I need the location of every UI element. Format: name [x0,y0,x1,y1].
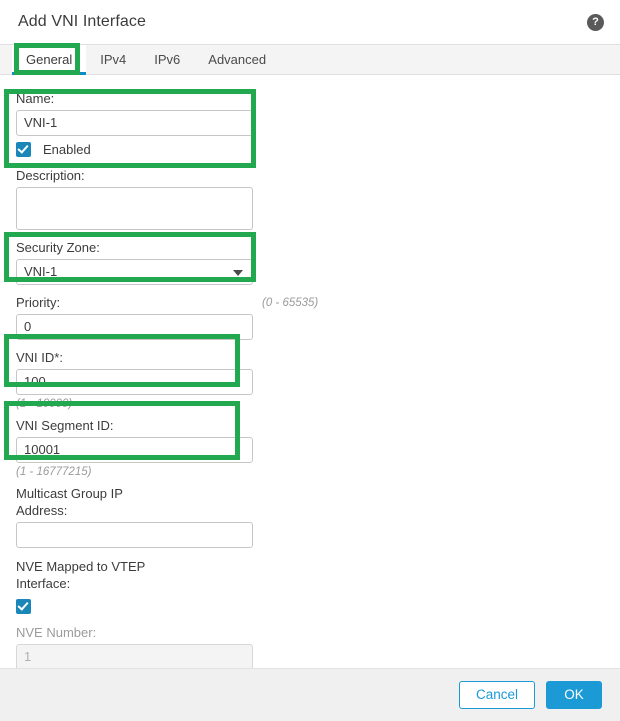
enabled-label: Enabled [43,141,91,157]
dialog-titlebar: Add VNI Interface ? [0,0,620,44]
name-label: Name: [16,91,55,106]
field-enabled[interactable]: Enabled [16,136,620,160]
vni-id-range-hint: (1 - 10000) [16,398,73,410]
multicast-group-ip-input[interactable] [16,522,253,548]
name-input[interactable] [16,110,253,136]
field-vni-segment-id: VNI Segment ID: (1 - 16777215) [16,414,620,480]
page-title: Add VNI Interface [18,13,146,30]
tab-general[interactable]: General [12,45,87,75]
enabled-checkbox[interactable] [16,141,31,157]
field-nve-number: NVE Number: [16,621,620,668]
tab-ipv6[interactable]: IPv6 [140,45,194,74]
tab-bar: General IPv4 IPv6 Advanced [0,44,620,75]
vni-segment-id-label: VNI Segment ID: [16,418,114,433]
nve-number-label: NVE Number: [16,625,97,640]
field-description: Description: [16,164,620,230]
field-security-zone: Security Zone: VNI-1 [16,236,620,285]
priority-input[interactable] [16,314,253,340]
multicast-group-ip-label: Multicast Group IP Address: [16,486,123,518]
field-vni-id: VNI ID*: (1 - 10000) [16,346,620,412]
field-priority: Priority: (0 - 65535) [16,291,620,340]
ok-button[interactable]: OK [546,681,602,709]
add-vni-interface-dialog: Add VNI Interface ? General IPv4 IPv6 Ad… [0,0,620,721]
nve-number-input [16,644,253,668]
nve-mapped-checkbox[interactable] [16,598,31,614]
security-zone-label: Security Zone: [16,240,100,255]
description-label: Description: [16,168,85,183]
vni-segment-id-range-hint: (1 - 16777215) [16,466,92,478]
general-tab-panel: Name: Enabled Description: Security Zone… [0,75,620,668]
tab-ipv4[interactable]: IPv4 [86,45,140,74]
security-zone-select-wrap[interactable]: VNI-1 [16,259,253,285]
description-input[interactable] [16,187,253,230]
help-circle-icon[interactable]: ? [587,13,604,31]
tab-advanced[interactable]: Advanced [194,45,280,74]
nve-mapped-check-row[interactable] [16,595,620,617]
dialog-footer: Cancel OK [0,668,620,721]
field-name: Name: [16,87,620,136]
vni-segment-id-input[interactable] [16,437,253,463]
priority-range-hint: (0 - 65535) [262,297,319,309]
vni-id-label: VNI ID*: [16,350,63,365]
security-zone-select[interactable]: VNI-1 [16,259,253,285]
nve-mapped-label: NVE Mapped to VTEP Interface: [16,559,146,591]
field-nve-mapped: NVE Mapped to VTEP Interface: [16,555,620,617]
vni-id-input[interactable] [16,369,253,395]
field-multicast-group-ip: Multicast Group IP Address: [16,482,620,548]
cancel-button[interactable]: Cancel [458,681,535,709]
